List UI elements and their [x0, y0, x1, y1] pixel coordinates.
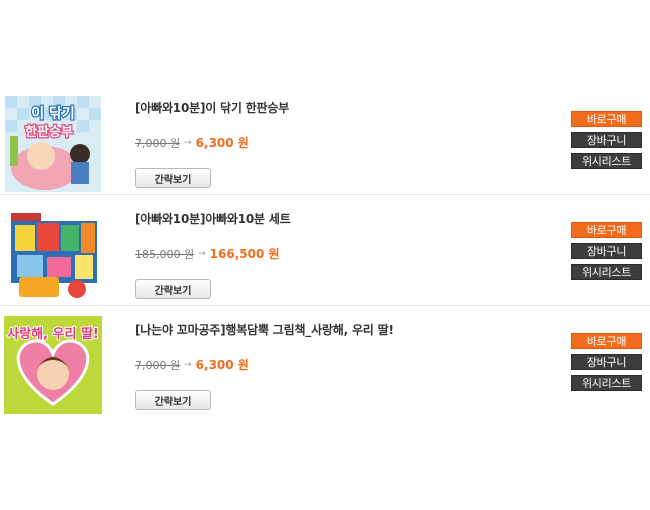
price-row: 7,000 원 → 6,300 원: [135, 356, 249, 373]
product-thumbnail[interactable]: 이 닦기 한판승부: [5, 96, 101, 192]
cover-title: 사랑해, 우리 딸!: [7, 326, 99, 342]
original-price: 185,000 원: [135, 247, 195, 261]
arrow-icon: →: [184, 137, 192, 148]
wishlist-button[interactable]: 위시리스트: [571, 264, 642, 280]
product-title[interactable]: [아빠와10분]이 닦기 한판승부: [135, 99, 289, 116]
sale-price: 6,300 원: [195, 136, 249, 150]
add-to-cart-button[interactable]: 장바구니: [571, 243, 642, 259]
product-item: [아빠와10분]아빠와10분 세트 185,000 원 → 166,500 원 …: [0, 195, 650, 306]
product-title[interactable]: [나는야 꼬마공주]행복담뿍 그림책_사랑해, 우리 딸!: [135, 321, 394, 338]
buy-now-button[interactable]: 바로구매: [571, 222, 642, 238]
wishlist-button[interactable]: 위시리스트: [571, 153, 642, 169]
arrow-icon: →: [198, 248, 206, 259]
sale-price: 6,300 원: [195, 358, 249, 372]
action-buttons: 바로구매 장바구니 위시리스트: [571, 333, 642, 396]
add-to-cart-button[interactable]: 장바구니: [571, 132, 642, 148]
product-thumbnail[interactable]: 사랑해, 우리 딸!: [4, 316, 102, 414]
quick-view-button[interactable]: 간략보기: [135, 168, 211, 188]
buy-now-button[interactable]: 바로구매: [571, 111, 642, 127]
arrow-icon: →: [184, 359, 192, 370]
sale-price: 166,500 원: [209, 247, 280, 261]
product-thumbnail[interactable]: [5, 207, 101, 303]
quick-view-button[interactable]: 간략보기: [135, 279, 211, 299]
action-buttons: 바로구매 장바구니 위시리스트: [571, 111, 642, 174]
product-item: 이 닦기 한판승부 [아빠와10분]이 닦기 한판승부 7,000 원 → 6,…: [0, 84, 650, 195]
price-row: 7,000 원 → 6,300 원: [135, 134, 249, 151]
product-list: 이 닦기 한판승부 [아빠와10분]이 닦기 한판승부 7,000 원 → 6,…: [0, 84, 650, 416]
original-price: 7,000 원: [135, 358, 181, 372]
cover-title-line2: 한판승부: [25, 124, 73, 140]
price-row: 185,000 원 → 166,500 원: [135, 245, 280, 262]
quick-view-button[interactable]: 간략보기: [135, 390, 211, 410]
product-item: 사랑해, 우리 딸! [나는야 꼬마공주]행복담뿍 그림책_사랑해, 우리 딸!…: [0, 306, 650, 416]
product-title[interactable]: [아빠와10분]아빠와10분 세트: [135, 210, 291, 227]
add-to-cart-button[interactable]: 장바구니: [571, 354, 642, 370]
cover-title-line1: 이 닦기: [31, 105, 75, 122]
original-price: 7,000 원: [135, 136, 181, 150]
buy-now-button[interactable]: 바로구매: [571, 333, 642, 349]
action-buttons: 바로구매 장바구니 위시리스트: [571, 222, 642, 285]
wishlist-button[interactable]: 위시리스트: [571, 375, 642, 391]
